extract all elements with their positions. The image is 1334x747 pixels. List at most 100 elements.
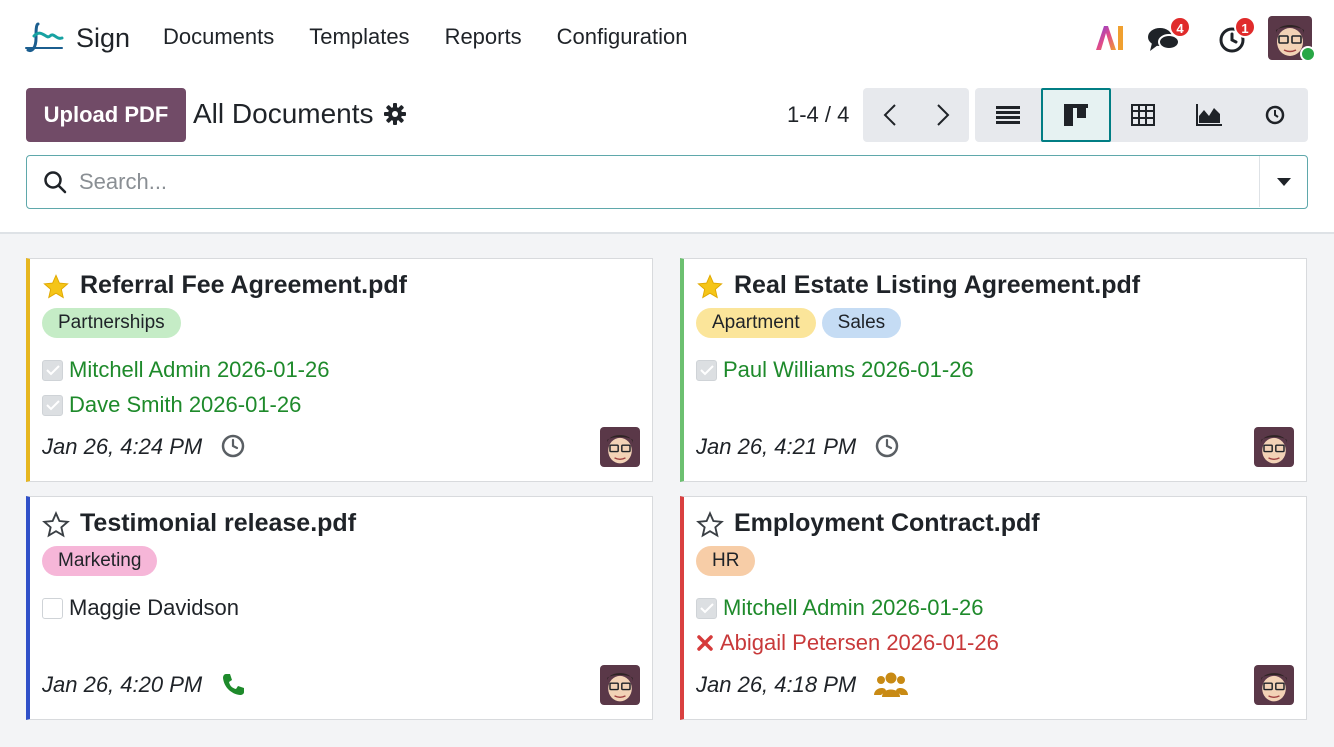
app-name: Sign xyxy=(76,22,131,53)
main-menu: Documents Templates Reports Configuratio… xyxy=(163,24,687,50)
chevron-left-icon xyxy=(883,104,896,126)
signer-row: Mitchell Admin 2026-01-26 xyxy=(42,357,329,383)
ai-button[interactable]: AI xyxy=(1094,24,1126,57)
app-brand[interactable]: Sign xyxy=(24,18,130,58)
kanban-icon xyxy=(1063,104,1088,126)
activity-view-button[interactable] xyxy=(1242,88,1308,142)
user-avatar[interactable] xyxy=(1268,16,1316,62)
online-status-dot xyxy=(1300,46,1316,62)
document-date: Jan 26, 4:24 PM xyxy=(42,434,203,459)
star-filled-icon xyxy=(697,274,723,299)
list-icon xyxy=(995,106,1020,124)
signer-label: Abigail Petersen 2026-01-26 xyxy=(720,630,999,655)
refused-x-icon xyxy=(697,635,713,651)
pager-next-button[interactable] xyxy=(916,88,969,142)
check-icon xyxy=(699,365,714,376)
pager-previous-button[interactable] xyxy=(863,88,916,142)
tag-list: HR xyxy=(696,546,756,576)
page-title: All Documents xyxy=(193,98,374,129)
signer-label: Paul Williams 2026-01-26 xyxy=(723,357,974,382)
responsible-avatar[interactable] xyxy=(600,665,640,705)
favorite-toggle[interactable] xyxy=(42,511,70,544)
signer-label: Mitchell Admin 2026-01-26 xyxy=(723,595,984,620)
clock-icon xyxy=(1265,105,1285,125)
search-options-toggle[interactable] xyxy=(1259,156,1307,207)
document-card[interactable]: Testimonial release.pdf Marketing Maggie D… xyxy=(26,496,653,720)
search-icon xyxy=(44,171,67,194)
tag-badge: Marketing xyxy=(42,546,158,576)
document-title: Testimonial release.pdf xyxy=(80,509,357,537)
signer-row: Abigail Petersen 2026-01-26 xyxy=(696,630,999,656)
tag-list: Partnerships xyxy=(42,308,181,338)
signed-checkbox xyxy=(42,359,63,381)
avatar-image xyxy=(600,665,640,705)
favorite-toggle[interactable] xyxy=(696,511,724,544)
phone-icon[interactable] xyxy=(220,671,246,702)
document-title: Real Estate Listing Agreement.pdf xyxy=(734,271,1141,299)
list-view-button[interactable] xyxy=(975,88,1041,142)
signer-label: Dave Smith 2026-01-26 xyxy=(69,392,302,417)
pivot-icon xyxy=(1131,104,1156,126)
pivot-view-button[interactable] xyxy=(1111,88,1177,142)
responsible-avatar[interactable] xyxy=(1254,665,1294,705)
menu-documents[interactable]: Documents xyxy=(163,24,274,50)
pending-checkbox xyxy=(42,597,63,619)
upload-pdf-button[interactable]: Upload PDF xyxy=(26,88,186,142)
view-switcher xyxy=(975,88,1308,142)
top-navbar: Sign Documents Templates Reports Configu… xyxy=(0,0,1334,76)
document-card[interactable]: Employment Contract.pdf HR Mitchell Admin … xyxy=(680,496,1307,720)
users-icon[interactable] xyxy=(874,671,908,704)
signer-label: Maggie Davidson xyxy=(69,595,239,620)
messages-badge: 4 xyxy=(1169,16,1191,38)
check-icon xyxy=(45,365,60,376)
document-title: Referral Fee Agreement.pdf xyxy=(80,271,407,299)
signed-checkbox xyxy=(696,359,717,381)
signer-label: Mitchell Admin 2026-01-26 xyxy=(69,357,330,382)
systray: AI 4 1 xyxy=(1034,14,1334,62)
check-icon xyxy=(699,603,714,614)
document-card[interactable]: Referral Fee Agreement.pdf Partnerships Mi… xyxy=(26,258,653,482)
pager-value[interactable]: 1-4 / 4 xyxy=(787,102,849,128)
star-filled-icon xyxy=(43,274,69,299)
gear-icon[interactable] xyxy=(384,103,406,125)
signer-row: Maggie Davidson xyxy=(42,595,239,621)
kanban-view-button[interactable] xyxy=(1040,88,1111,142)
document-card[interactable]: Real Estate Listing Agreement.pdf Apartme… xyxy=(680,258,1307,482)
clock-icon[interactable] xyxy=(220,433,246,464)
messages-button[interactable]: 4 xyxy=(1147,16,1191,59)
menu-templates[interactable]: Templates xyxy=(309,24,409,50)
sign-app-icon xyxy=(25,22,64,52)
menu-configuration[interactable]: Configuration xyxy=(557,24,688,50)
signed-checkbox xyxy=(696,597,717,619)
search-input[interactable] xyxy=(79,167,1249,197)
check-icon xyxy=(45,400,60,411)
document-date: Jan 26, 4:18 PM xyxy=(696,672,857,697)
favorite-toggle[interactable] xyxy=(42,273,70,306)
caret-down-icon xyxy=(1276,177,1291,186)
activities-badge: 1 xyxy=(1234,16,1256,38)
avatar-image xyxy=(1254,665,1294,705)
star-outline-icon xyxy=(696,511,724,538)
avatar-image xyxy=(600,427,640,467)
tag-badge: Apartment xyxy=(696,308,816,338)
menu-reports[interactable]: Reports xyxy=(445,24,522,50)
signer-row: Dave Smith 2026-01-26 xyxy=(42,392,301,418)
chevron-right-icon xyxy=(936,104,949,126)
pager-buttons xyxy=(863,88,969,142)
graph-view-button[interactable] xyxy=(1176,88,1242,142)
tag-list: Apartment Sales xyxy=(696,308,902,338)
responsible-avatar[interactable] xyxy=(600,427,640,467)
responsible-avatar[interactable] xyxy=(1254,427,1294,467)
favorite-toggle[interactable] xyxy=(696,273,724,306)
tag-badge: Sales xyxy=(821,308,902,338)
document-title: Employment Contract.pdf xyxy=(734,509,1040,537)
avatar-image xyxy=(1254,427,1294,467)
star-outline-icon xyxy=(42,511,70,538)
clock-icon[interactable] xyxy=(874,433,900,464)
document-date: Jan 26, 4:20 PM xyxy=(42,672,203,697)
tag-badge: Partnerships xyxy=(42,308,181,338)
search-bar xyxy=(26,155,1308,209)
signer-row: Paul Williams 2026-01-26 xyxy=(696,357,974,383)
activities-button[interactable]: 1 xyxy=(1218,16,1256,59)
control-panel: Upload PDF All Documents 1-4 / 4 xyxy=(0,76,1334,234)
